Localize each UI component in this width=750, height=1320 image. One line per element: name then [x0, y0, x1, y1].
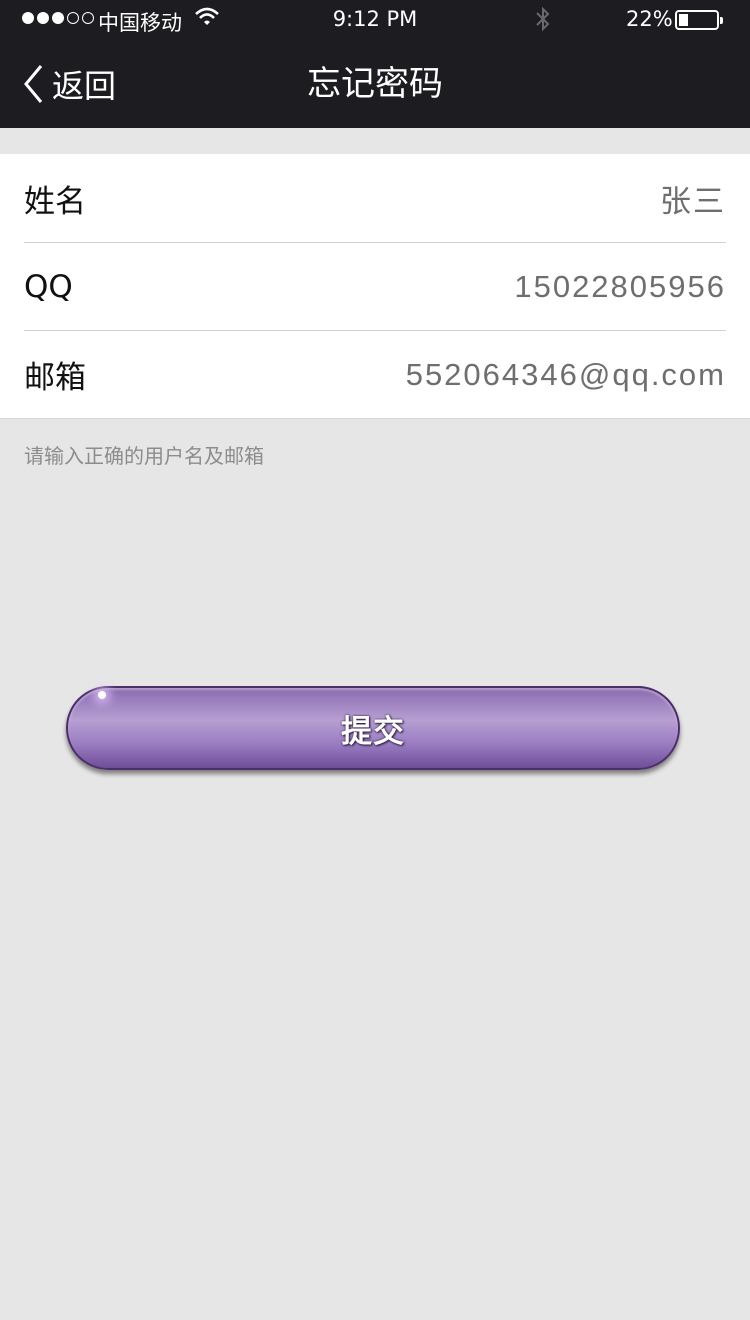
email-row: 邮箱 — [24, 330, 726, 418]
name-row: 姓名 — [24, 154, 726, 242]
page-title: 忘记密码 — [307, 64, 443, 104]
battery-icon — [675, 10, 723, 30]
email-field[interactable] — [366, 356, 726, 393]
status-bar: 中国移动 9:12 PM 22% — [0, 0, 750, 40]
submit-button[interactable]: 提交 — [66, 686, 680, 770]
navigation-bar: 返回 忘记密码 — [0, 40, 750, 128]
top-bar: 中国移动 9:12 PM 22% 返回 忘记密码 — [0, 0, 750, 128]
button-shine — [98, 691, 106, 699]
qq-row: QQ — [24, 242, 726, 330]
forgot-password-form: 姓名 QQ 邮箱 — [0, 154, 750, 419]
hint-text: 请输入正确的用户名及邮箱 — [24, 444, 264, 468]
bluetooth-icon — [533, 5, 553, 38]
qq-label: QQ — [24, 268, 73, 305]
battery-percent: 22% — [626, 7, 673, 31]
email-label: 邮箱 — [24, 360, 86, 396]
name-field[interactable] — [327, 180, 726, 216]
submit-label: 提交 — [341, 713, 405, 750]
name-label: 姓名 — [24, 183, 86, 220]
qq-field[interactable] — [327, 268, 726, 305]
